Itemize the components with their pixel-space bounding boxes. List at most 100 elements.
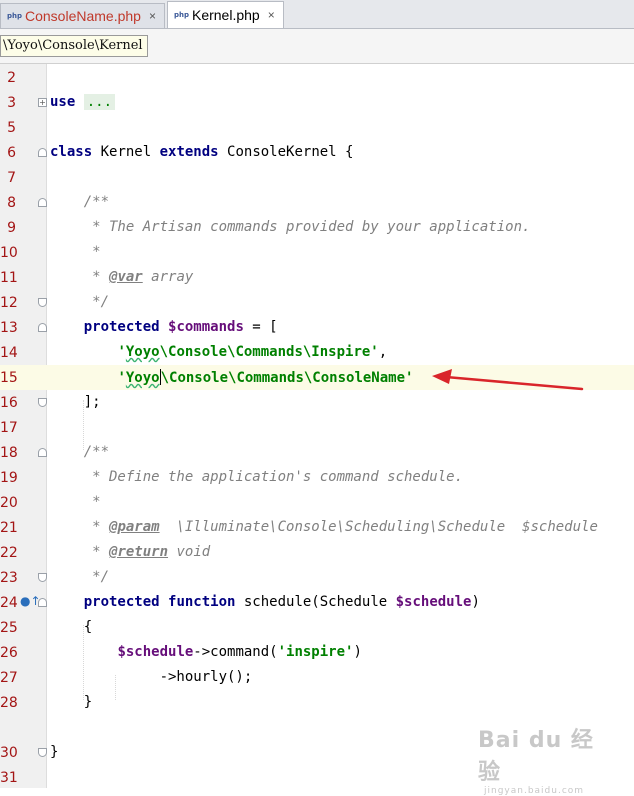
close-icon[interactable]: × (149, 9, 156, 23)
line-number: 28 (0, 695, 18, 711)
code-line: 3 + use ... (0, 90, 634, 115)
line-number: 10 (0, 245, 18, 261)
code-text: } (50, 694, 93, 710)
php-file-icon: php (173, 11, 189, 19)
code-text: use ... (50, 94, 116, 110)
code-line: 17 (0, 415, 634, 440)
tab-label: Kernel.php (191, 7, 260, 23)
tab-kernel-php[interactable]: php Kernel.php × (166, 1, 284, 28)
spelling-warning: Yoyo (125, 344, 160, 360)
code-line: 2 (0, 65, 634, 90)
code-line: 16 ]; (0, 390, 634, 415)
code-line: 22 * @return void (0, 540, 634, 565)
php-file-icon: php (7, 12, 23, 20)
editor-tab-bar: php ConsoleName.php × php Kernel.php × (0, 0, 634, 29)
code-text: $schedule->command('inspire') (117, 644, 362, 660)
fold-collapse-icon[interactable] (38, 573, 47, 582)
code-editor[interactable]: 2 3 + use ... 5 6 class Kernel extends C… (0, 64, 634, 796)
fold-collapse-icon[interactable] (38, 748, 47, 757)
close-icon[interactable]: × (268, 8, 275, 22)
line-number: 2 (7, 70, 16, 86)
code-text: * (50, 244, 101, 260)
code-line: 14 'Yoyo\Console\Commands\Inspire', (0, 340, 634, 365)
code-text: * @param \Illuminate\Console\Scheduling\… (50, 519, 598, 535)
line-number: 12 (0, 295, 18, 311)
line-number: 24 (0, 595, 18, 611)
line-number: 30 (0, 745, 18, 761)
line-number: 17 (0, 420, 18, 436)
line-number: 27 (0, 670, 18, 686)
code-line: 11 * @var array (0, 265, 634, 290)
code-line: 21 * @param \Illuminate\Console\Scheduli… (0, 515, 634, 540)
code-line: 26 $schedule->command('inspire') (0, 640, 634, 665)
code-line: 6 class Kernel extends ConsoleKernel { (0, 140, 634, 165)
code-text: { (50, 619, 93, 635)
code-line: 25 { (0, 615, 634, 640)
line-number: 5 (7, 120, 16, 136)
line-number: 3 (7, 95, 16, 111)
code-line: 28 } (0, 690, 634, 715)
line-number: 25 (0, 620, 18, 636)
fold-expand-icon[interactable]: + (38, 98, 47, 107)
code-text: */ (50, 569, 110, 585)
code-text: protected function schedule(Schedule $sc… (83, 594, 480, 610)
code-line: 8 /** (0, 190, 634, 215)
line-number: 7 (7, 170, 16, 186)
code-line: 27 ->hourly(); (0, 665, 634, 690)
line-number: 14 (0, 345, 18, 361)
line-number: 20 (0, 495, 18, 511)
code-text: ]; (50, 394, 101, 410)
fold-collapse-icon[interactable] (38, 448, 47, 457)
code-text: * The Artisan commands provided by your … (50, 219, 531, 235)
line-number: 11 (0, 270, 18, 286)
fold-collapse-icon[interactable] (38, 198, 47, 207)
code-text: ->hourly(); (50, 669, 253, 685)
code-text: } (50, 744, 59, 760)
line-number: 22 (0, 545, 18, 561)
folded-imports[interactable]: ... (83, 94, 116, 110)
fold-collapse-icon[interactable] (38, 298, 47, 307)
code-text: * @var array (50, 269, 194, 285)
code-text: 'Yoyo\Console\Commands\Inspire', (117, 344, 388, 360)
code-text: /** (50, 444, 110, 460)
code-line: 12 */ (0, 290, 634, 315)
code-text: /** (50, 194, 110, 210)
code-line: 20 * (0, 490, 634, 515)
tab-consolename-php[interactable]: php ConsoleName.php × (0, 3, 165, 28)
code-text: * @return void (50, 544, 211, 560)
navigation-bar: \Yoyo\Console\Kernel (0, 29, 634, 64)
line-number: 8 (7, 195, 16, 211)
code-text: protected $commands = [ (83, 319, 278, 335)
line-number: 9 (7, 220, 16, 236)
code-text: class Kernel extends ConsoleKernel { (50, 144, 354, 160)
code-line-current: 15 'Yoyo\Console\Commands\ConsoleName' (0, 365, 634, 390)
code-text: 'Yoyo\Console\Commands\ConsoleName' (117, 369, 414, 386)
line-number: 6 (7, 145, 16, 161)
baidu-watermark: Bai du 经验 jingyan.baidu.com (478, 728, 594, 796)
code-line: 18 /** (0, 440, 634, 465)
code-line: 10 * (0, 240, 634, 265)
line-number: 21 (0, 520, 18, 536)
code-text: * (50, 494, 101, 510)
code-line: 7 (0, 165, 634, 190)
code-line: 5 (0, 115, 634, 140)
code-text: * Define the application's command sched… (50, 469, 464, 485)
fold-collapse-icon[interactable] (38, 323, 47, 332)
fold-collapse-icon[interactable] (38, 598, 47, 607)
code-line: 19 * Define the application's command sc… (0, 465, 634, 490)
breadcrumb[interactable]: \Yoyo\Console\Kernel (0, 35, 148, 57)
tab-label: ConsoleName.php (25, 8, 141, 24)
fold-collapse-icon[interactable] (38, 148, 47, 157)
fold-collapse-icon[interactable] (38, 398, 47, 407)
line-number: 23 (0, 570, 18, 586)
code-line: 13 protected $commands = [ (0, 315, 634, 340)
line-number: 18 (0, 445, 18, 461)
spelling-warning: Yoyo (125, 370, 160, 386)
code-line: 24 ●↑ protected function schedule(Schedu… (0, 590, 634, 615)
code-line: 23 */ (0, 565, 634, 590)
line-number: 26 (0, 645, 18, 661)
code-text: */ (50, 294, 110, 310)
code-line: 9 * The Artisan commands provided by you… (0, 215, 634, 240)
line-number: 19 (0, 470, 18, 486)
line-number: 16 (0, 395, 18, 411)
